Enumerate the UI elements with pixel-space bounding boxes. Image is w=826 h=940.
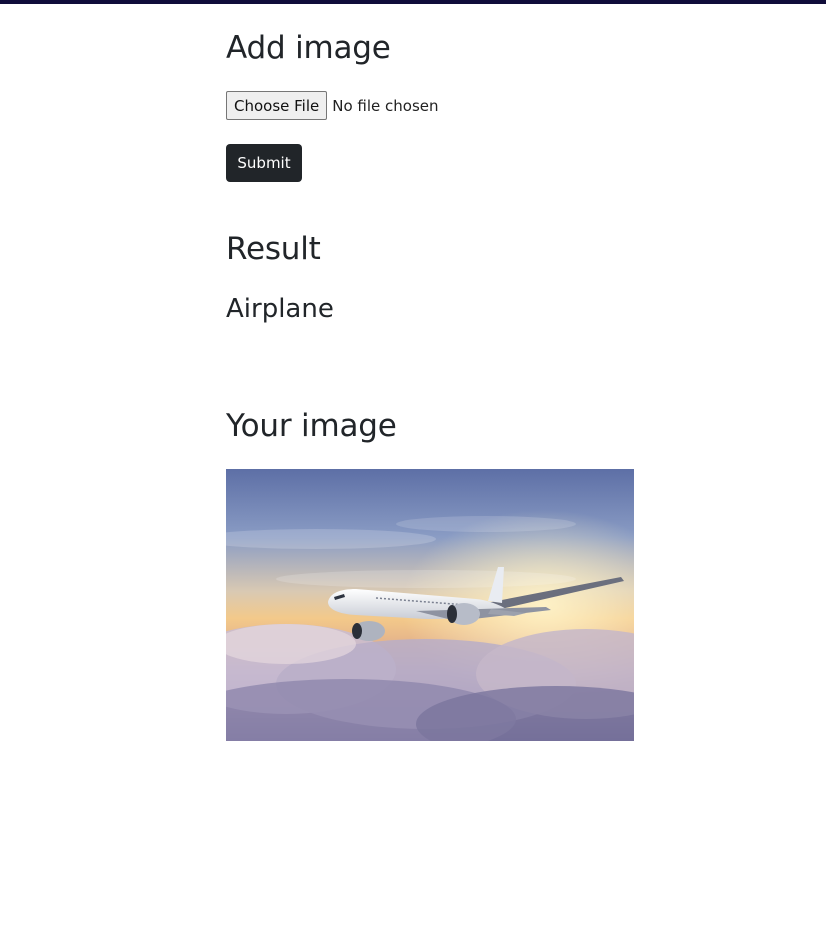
result-heading: Result [226, 231, 321, 267]
submit-button[interactable]: Submit [226, 144, 302, 182]
choose-file-button[interactable]: Choose File [226, 91, 328, 120]
result-value: Airplane [226, 294, 334, 324]
file-status-text: No file chosen [332, 96, 439, 115]
top-navbar-strip [0, 0, 826, 4]
your-image-heading: Your image [226, 408, 397, 444]
uploaded-image [226, 469, 634, 741]
add-image-heading: Add image [226, 30, 391, 66]
file-input[interactable]: Choose File No file chosen [226, 91, 439, 120]
